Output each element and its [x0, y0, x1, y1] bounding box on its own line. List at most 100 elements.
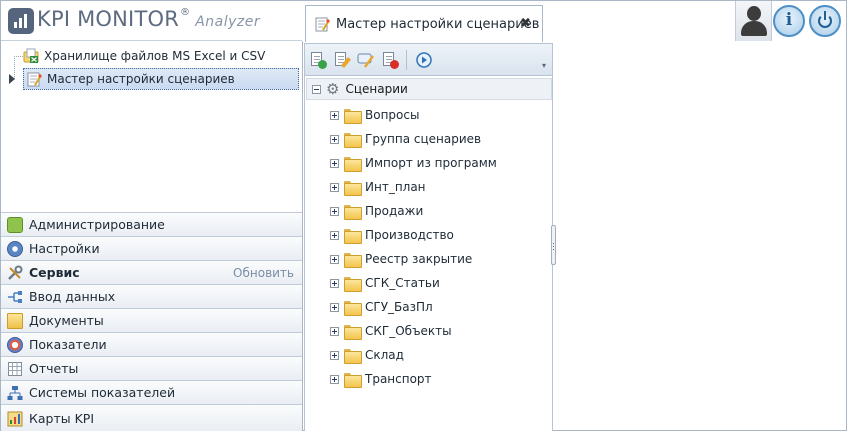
play-icon — [416, 52, 432, 68]
app-window: KPI MONITOR® Analyzer Хранилище файлов MS… — [0, 0, 847, 431]
toolbar-separator — [406, 50, 407, 70]
section-data-entry[interactable]: Ввод данных — [1, 284, 302, 308]
wizard-icon — [26, 71, 42, 87]
expand-icon[interactable] — [330, 230, 339, 240]
expand-icon[interactable] — [330, 374, 339, 384]
info-icon: i — [785, 10, 793, 30]
folder-icon — [344, 132, 362, 148]
tree-node[interactable]: Группа сценариев — [330, 129, 481, 149]
tree-connector — [14, 56, 23, 57]
expand-icon[interactable] — [330, 350, 339, 360]
tree-node-label: Импорт из программ — [365, 156, 497, 170]
section-service[interactable]: Сервис Обновить — [1, 260, 302, 284]
folder-icon — [344, 348, 362, 364]
tree-node-label: Группа сценариев — [365, 132, 482, 146]
power-button[interactable] — [809, 5, 841, 37]
run-scenario-button[interactable] — [415, 51, 433, 69]
section-documents[interactable]: Документы — [1, 308, 302, 332]
settings-icon — [7, 240, 23, 257]
section-label: Администрирование — [29, 217, 165, 232]
refresh-link[interactable]: Обновить — [233, 266, 294, 280]
section-label: Карты KPI — [29, 411, 95, 426]
expand-icon[interactable] — [330, 206, 339, 216]
rename-scenario-button[interactable] — [357, 51, 375, 69]
folder-icon — [344, 204, 362, 220]
tree-root-label: Сценарии — [345, 82, 408, 96]
section-kpi-maps[interactable]: Карты KPI — [1, 404, 302, 431]
left-panel: Хранилище файлов MS Excel и CSV Мастер н… — [1, 41, 303, 431]
tree-root-scenarios[interactable]: ⚙ Сценарии — [306, 78, 552, 100]
folder-icon — [344, 252, 362, 268]
expand-icon[interactable] — [330, 182, 339, 192]
close-icon[interactable]: ✖ — [520, 16, 531, 31]
section-administration[interactable]: Администрирование — [1, 212, 302, 236]
expand-icon[interactable] — [330, 134, 339, 144]
data-entry-icon — [7, 289, 23, 305]
section-label: Сервис — [29, 265, 80, 280]
tab-scenario-wizard[interactable]: Мастер настройки сценариев ✖ — [305, 5, 543, 42]
rename-icon — [357, 53, 374, 68]
tree-node[interactable]: Склад — [330, 345, 404, 365]
tree-node[interactable]: Транспорт — [330, 369, 432, 389]
folder-icon — [344, 108, 362, 124]
nav-item-excel-storage[interactable]: Хранилище файлов MS Excel и CSV — [23, 45, 265, 67]
panel-splitter[interactable] — [551, 225, 556, 265]
user-profile-button[interactable] — [735, 1, 772, 41]
tree-node-label: СГУ_БазПл — [365, 300, 433, 314]
expand-icon[interactable] — [330, 302, 339, 312]
section-label: Настройки — [29, 241, 100, 256]
power-icon-bar — [824, 11, 826, 20]
section-label: Ввод данных — [29, 289, 116, 304]
navigation-tree: Хранилище файлов MS Excel и CSV Мастер н… — [1, 41, 302, 211]
expand-icon[interactable] — [330, 326, 339, 336]
expand-icon[interactable] — [330, 254, 339, 264]
tree-node-label: СГК_Статьи — [365, 276, 440, 290]
tree-node[interactable]: СГК_Статьи — [330, 273, 440, 293]
tree-node-label: Склад — [365, 348, 404, 362]
tools-icon — [7, 265, 23, 281]
reports-icon — [7, 361, 23, 377]
tree-node-label: Инт_план — [365, 180, 426, 194]
nav-item-label: Хранилище файлов MS Excel и CSV — [44, 49, 266, 63]
folder-icon — [344, 324, 362, 340]
tab-label: Мастер настройки сценариев — [336, 16, 540, 32]
expand-icon[interactable] — [330, 110, 339, 120]
cube-icon — [7, 216, 23, 233]
delete-scenario-button[interactable] — [381, 51, 399, 69]
logo-subtitle: Analyzer — [195, 14, 261, 30]
tree-node-label: Продажи — [365, 204, 424, 218]
expand-arrow-icon[interactable] — [9, 74, 15, 84]
edit-scenario-button[interactable] — [333, 51, 352, 69]
logo: KPI MONITOR® Analyzer — [37, 7, 260, 31]
section-reports[interactable]: Отчеты — [1, 356, 302, 380]
excel-storage-icon — [23, 48, 39, 64]
tree-node[interactable]: Продажи — [330, 201, 423, 221]
tree-node[interactable]: Вопросы — [330, 105, 419, 125]
info-button[interactable]: i — [773, 5, 805, 37]
wizard-icon — [314, 16, 330, 32]
tree-node[interactable]: СГУ_БазПл — [330, 297, 433, 317]
folder-icon — [344, 180, 362, 196]
add-scenario-button[interactable] — [309, 51, 327, 69]
tree-node[interactable]: Инт_план — [330, 177, 426, 197]
section-settings[interactable]: Настройки — [1, 236, 302, 260]
collapse-icon[interactable] — [312, 84, 321, 94]
logo-bar: KPI MONITOR® Analyzer — [1, 1, 302, 41]
tree-node[interactable]: Производство — [330, 225, 454, 245]
section-indicator-systems[interactable]: Системы показателей — [1, 380, 302, 404]
section-label: Системы показателей — [29, 385, 176, 400]
expand-icon[interactable] — [330, 158, 339, 168]
scenario-tree: ⚙ Сценарии Вопросы Группа сценариев Импо… — [304, 75, 553, 431]
kpi-map-icon — [7, 411, 23, 427]
section-label: Показатели — [29, 337, 107, 352]
nav-item-scenario-wizard[interactable]: Мастер настройки сценариев — [23, 68, 299, 90]
tree-node[interactable]: СКГ_Объекты — [330, 321, 452, 341]
toolbar-overflow-icon[interactable]: ▾ — [542, 61, 546, 70]
tree-node[interactable]: Импорт из программ — [330, 153, 497, 173]
gear-icon: ⚙ — [326, 79, 340, 98]
folder-icon — [344, 372, 362, 388]
scenario-toolbar: ▾ — [304, 43, 553, 75]
tree-node[interactable]: Реестр закрытие — [330, 249, 472, 269]
section-indicators[interactable]: Показатели — [1, 332, 302, 356]
expand-icon[interactable] — [330, 278, 339, 288]
